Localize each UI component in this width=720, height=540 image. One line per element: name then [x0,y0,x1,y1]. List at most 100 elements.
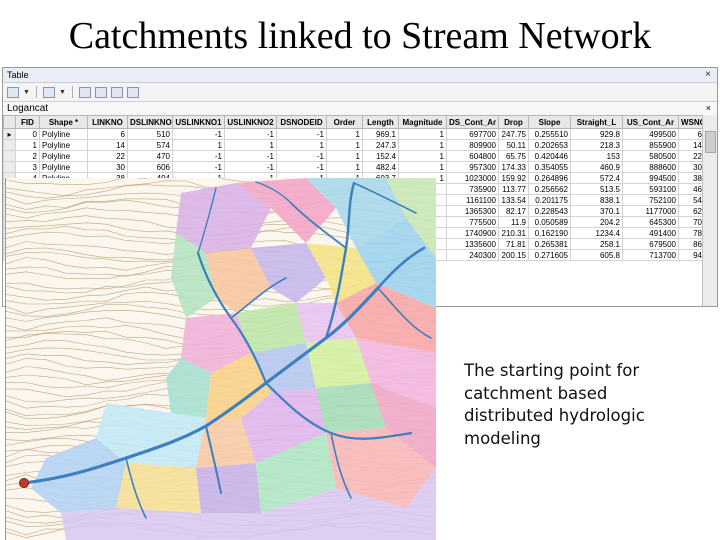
clear-selection-icon[interactable] [110,86,123,98]
column-header[interactable]: DSNODEID [276,115,327,129]
tab-label: Logancat [7,103,49,114]
table-cell: 838.1 [570,194,623,206]
column-header[interactable]: Slope [528,115,571,129]
table-cell: 606 [127,161,173,173]
catchment-map [5,178,436,540]
table-cell: 809900 [446,139,499,151]
table-cell: 1 [15,139,40,151]
table-cell: 153 [570,150,623,162]
table-row[interactable]: ▸ 0 Polyline 6 510 -1 -1 -1 1 969.1 1 697700 247.75 0… [3,128,703,140]
column-header[interactable]: WSNO [678,115,703,129]
row-selector[interactable]: ▸ [3,128,16,140]
table-cell: 50.11 [498,139,529,151]
column-header[interactable]: Length [362,115,399,129]
table-cell: 513.5 [570,183,623,195]
column-header[interactable]: DSLINKNO [127,115,173,129]
table-header-row: FID Shape * LINKNO DSLINKNO USLINKNO1 USLINKN… [3,115,703,129]
table-cell: 697700 [446,128,499,140]
caption-line: The starting point for [464,361,640,380]
table-cell: 929.8 [570,128,623,140]
table-options-icon[interactable] [7,86,19,98]
table-cell: 957300 [446,161,499,173]
table-row[interactable]: 3 Polyline 30 606 -1 -1 -1 1 482.4 1 957300 174.33 0… [3,161,703,173]
table-cell: 735900 [446,183,499,195]
select-by-attributes-icon[interactable] [78,86,91,98]
table-cell: 159.92 [498,172,529,184]
table-cell: 752100 [622,194,679,206]
table-cell: 0.256562 [528,183,571,195]
table-cell: 6 [87,128,128,140]
table-cell: -1 [276,128,327,140]
table-cell: -1 [172,150,225,162]
table-cell: 200.15 [498,249,529,261]
row-selector-header [3,115,16,129]
related-tables-icon[interactable] [42,86,55,98]
table-cell: 574 [127,139,173,151]
table-cell: 0.420446 [528,150,571,162]
table-cell: 499500 [622,128,679,140]
table-cell: -1 [276,161,327,173]
close-icon[interactable]: × [706,102,711,115]
catchment-map-svg [6,178,436,540]
table-row[interactable]: 1 Polyline 14 574 1 1 1 1 247.3 1 809900 50.11 0.202… [3,139,703,151]
table-cell: 0.202653 [528,139,571,151]
table-cell: 1 [398,161,447,173]
table-cell: 247.3 [362,139,399,151]
table-tab[interactable]: Logancat × [3,102,717,116]
table-cell: Polyline [39,128,88,140]
column-header[interactable]: FID [15,115,40,129]
table-cell: 510 [127,128,173,140]
slide-caption: The starting point for catchment based d… [464,360,684,450]
table-cell: 482.4 [362,161,399,173]
column-header[interactable]: Shape * [39,115,88,129]
table-cell: 1335600 [446,238,499,250]
table-cell: 22 [87,150,128,162]
window-titlebar: Table × [3,68,717,83]
column-header[interactable]: USLINKNO1 [172,115,225,129]
vertical-scrollbar[interactable] [702,115,717,306]
table-cell: 70 [678,216,703,228]
table-cell: 1 [326,150,363,162]
table-cell: 1365300 [446,205,499,217]
chevron-down-icon[interactable]: ▼ [23,89,30,96]
table-cell: 855900 [622,139,679,151]
scrollbar-thumb[interactable] [705,131,716,153]
table-cell: 210.31 [498,227,529,239]
column-header[interactable]: DS_Cont_Ar [446,115,499,129]
table-cell: 1234.4 [570,227,623,239]
column-header[interactable]: Drop [498,115,529,129]
table-cell: 888600 [622,161,679,173]
delete-selected-icon[interactable] [126,86,139,98]
close-icon[interactable]: × [705,68,711,82]
caption-line: distributed hydrologic [464,406,645,425]
table-cell: 174.33 [498,161,529,173]
switch-selection-icon[interactable] [94,86,107,98]
table-cell: 62 [678,205,703,217]
table-cell: 969.1 [362,128,399,140]
table-cell: 1 [398,139,447,151]
table-cell: -1 [224,150,277,162]
row-selector[interactable] [3,139,16,151]
table-cell: 1740900 [446,227,499,239]
column-header[interactable]: Magnitude [398,115,447,129]
row-selector[interactable] [3,161,16,173]
table-cell: -1 [276,150,327,162]
table-cell: 94 [678,249,703,261]
row-selector[interactable] [3,150,16,162]
column-header[interactable]: LINKNO [87,115,128,129]
table-cell: 30 [678,161,703,173]
chevron-down-icon[interactable]: ▼ [59,89,66,96]
column-header[interactable]: Order [326,115,363,129]
table-cell: 240300 [446,249,499,261]
toolbar-divider [35,86,37,98]
table-cell: 370.1 [570,205,623,217]
column-header[interactable]: US_Cont_Ar [622,115,679,129]
table-cell: 14 [87,139,128,151]
table-cell: Polyline [39,139,88,151]
table-cell: 204.2 [570,216,623,228]
column-header[interactable]: Straight_L [570,115,623,129]
table-cell: 14 [678,139,703,151]
table-row[interactable]: 2 Polyline 22 470 -1 -1 -1 1 152.4 1 604800 65.75 0.… [3,150,703,162]
column-header[interactable]: USLINKNO2 [224,115,277,129]
table-cell: 0.201175 [528,194,571,206]
